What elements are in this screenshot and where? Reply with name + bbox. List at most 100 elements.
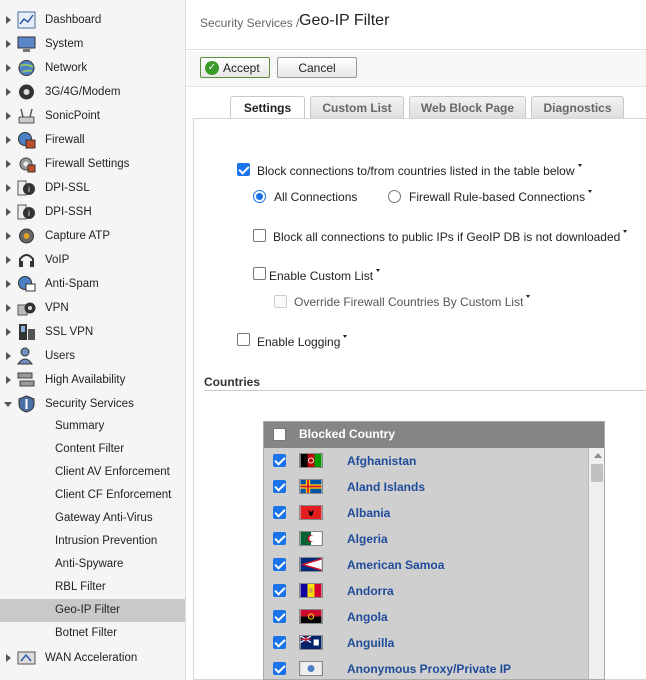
blocked-checkbox[interactable] bbox=[273, 610, 286, 623]
expand-arrow-icon[interactable] bbox=[6, 304, 11, 312]
block-public-ips-checkbox[interactable] bbox=[253, 229, 266, 242]
table-scrollbar[interactable] bbox=[588, 448, 604, 679]
blocked-checkbox[interactable] bbox=[273, 454, 286, 467]
scroll-up-arrow-icon[interactable] bbox=[594, 453, 602, 458]
country-name-link[interactable]: Andorra bbox=[347, 584, 394, 598]
sidebar-item-high-availability[interactable]: High Availability bbox=[0, 368, 185, 392]
country-name-link[interactable]: Albania bbox=[347, 506, 390, 520]
page-header: Security Services / Geo-IP Filter bbox=[187, 0, 646, 50]
expand-arrow-icon[interactable] bbox=[6, 208, 11, 216]
expand-arrow-icon[interactable] bbox=[6, 136, 11, 144]
column-header-country[interactable]: Country bbox=[349, 427, 395, 441]
sidebar-subitem-gateway-anti-virus[interactable]: Gateway Anti-Virus bbox=[0, 507, 185, 530]
country-name-link[interactable]: Aland Islands bbox=[347, 480, 425, 494]
sidebar-subitem-botnet-filter[interactable]: Botnet Filter bbox=[0, 622, 185, 645]
tooltip-indicator-icon[interactable] bbox=[623, 230, 628, 233]
tooltip-indicator-icon[interactable] bbox=[376, 269, 381, 272]
tooltip-indicator-icon[interactable] bbox=[343, 335, 348, 338]
collapse-arrow-icon[interactable] bbox=[4, 402, 12, 407]
expand-arrow-icon[interactable] bbox=[6, 16, 11, 24]
blocked-checkbox[interactable] bbox=[273, 480, 286, 493]
sidebar-item-system[interactable]: System bbox=[0, 32, 185, 56]
expand-arrow-icon[interactable] bbox=[6, 232, 11, 240]
blocked-checkbox[interactable] bbox=[273, 532, 286, 545]
country-name-link[interactable]: Angola bbox=[347, 610, 388, 624]
sidebar-item-users[interactable]: Users bbox=[0, 344, 185, 368]
sidebar-item-anti-spam[interactable]: Anti-Spam bbox=[0, 272, 185, 296]
override-firewall-countries-checkbox[interactable] bbox=[274, 295, 287, 308]
blocked-checkbox[interactable] bbox=[273, 506, 286, 519]
country-name-link[interactable]: American Samoa bbox=[347, 558, 444, 572]
shield-icon bbox=[18, 395, 35, 413]
sidebar-item-ssl-vpn[interactable]: SSL VPN bbox=[0, 320, 185, 344]
sidebar-subitem-rbl-filter[interactable]: RBL Filter bbox=[0, 576, 185, 599]
sidebar-subitem-geo-ip-filter[interactable]: Geo-IP Filter bbox=[0, 599, 185, 622]
expand-arrow-icon[interactable] bbox=[6, 40, 11, 48]
sidebar-subitem-client-cf-enforcement[interactable]: Client CF Enforcement bbox=[0, 484, 185, 507]
sidebar-item-dpi-ssh[interactable]: i DPI-SSH bbox=[0, 200, 185, 224]
sidebar-subitem-label: Anti-Spyware bbox=[55, 558, 124, 570]
sidebar-subitem-anti-spyware[interactable]: Anti-Spyware bbox=[0, 553, 185, 576]
expand-arrow-icon[interactable] bbox=[6, 280, 11, 288]
sidebar-item-network[interactable]: Network bbox=[0, 56, 185, 80]
blocked-checkbox[interactable] bbox=[273, 584, 286, 597]
tab-web-block-page[interactable]: Web Block Page bbox=[409, 96, 526, 119]
all-connections-radio[interactable] bbox=[253, 190, 266, 203]
sidebar-subitem-client-av-enforcement[interactable]: Client AV Enforcement bbox=[0, 461, 185, 484]
tooltip-indicator-icon[interactable] bbox=[577, 164, 582, 167]
sidebar-subitem-summary[interactable]: Summary bbox=[0, 415, 185, 438]
block-connections-label: Block connections to/from countries list… bbox=[257, 164, 582, 178]
sidebar-item-label: Network bbox=[45, 62, 88, 74]
sidebar-item-vpn[interactable]: VPN bbox=[0, 296, 185, 320]
sidebar-item-dashboard[interactable]: Dashboard bbox=[0, 8, 185, 32]
sidebar-subitem-label: Gateway Anti-Virus bbox=[55, 512, 153, 524]
tab-custom-list[interactable]: Custom List bbox=[310, 96, 404, 119]
sidebar-subitem-content-filter[interactable]: Content Filter bbox=[0, 438, 185, 461]
expand-arrow-icon[interactable] bbox=[6, 160, 11, 168]
expand-arrow-icon[interactable] bbox=[6, 88, 11, 96]
column-header-blocked[interactable]: Blocked bbox=[299, 427, 346, 441]
sidebar-item-wan-acceleration[interactable]: WAN Acceleration bbox=[0, 646, 185, 670]
override-firewall-countries-label: Override Firewall Countries By Custom Li… bbox=[294, 295, 531, 309]
tab-settings[interactable]: Settings bbox=[230, 96, 305, 120]
sidebar-subitem-intrusion-prevention[interactable]: Intrusion Prevention bbox=[0, 530, 185, 553]
cancel-button-label: Cancel bbox=[298, 61, 336, 75]
sidebar-item-security-services[interactable]: Security Services bbox=[0, 392, 185, 416]
expand-arrow-icon[interactable] bbox=[6, 184, 11, 192]
cancel-button[interactable]: Cancel bbox=[277, 57, 357, 78]
select-all-checkbox[interactable] bbox=[273, 428, 286, 441]
expand-arrow-icon[interactable] bbox=[6, 654, 11, 662]
country-name-link[interactable]: Algeria bbox=[347, 532, 388, 546]
country-name-link[interactable]: Anonymous Proxy/Private IP bbox=[347, 662, 511, 676]
expand-arrow-icon[interactable] bbox=[6, 376, 11, 384]
svg-text:i: i bbox=[28, 185, 30, 194]
enable-custom-list-checkbox[interactable] bbox=[253, 267, 266, 280]
expand-arrow-icon[interactable] bbox=[6, 64, 11, 72]
tooltip-indicator-icon[interactable] bbox=[588, 190, 593, 193]
blocked-checkbox[interactable] bbox=[273, 558, 286, 571]
breadcrumb[interactable]: Security Services / bbox=[200, 16, 299, 30]
firewall-rule-based-radio[interactable] bbox=[388, 190, 401, 203]
sidebar-item-firewall-settings[interactable]: Firewall Settings bbox=[0, 152, 185, 176]
sidebar-item-dpi-ssl[interactable]: i DPI-SSL bbox=[0, 176, 185, 200]
accept-button[interactable]: ✓ Accept bbox=[200, 57, 270, 78]
sidebar-item-modem[interactable]: 3G/4G/Modem bbox=[0, 80, 185, 104]
expand-arrow-icon[interactable] bbox=[6, 352, 11, 360]
scroll-thumb[interactable] bbox=[591, 464, 603, 482]
tooltip-indicator-icon[interactable] bbox=[526, 295, 531, 298]
enable-logging-checkbox[interactable] bbox=[237, 333, 250, 346]
block-connections-checkbox[interactable] bbox=[237, 163, 250, 176]
expand-arrow-icon[interactable] bbox=[6, 256, 11, 264]
country-name-link[interactable]: Afghanistan bbox=[347, 454, 416, 468]
country-name-link[interactable]: Anguilla bbox=[347, 636, 394, 650]
capture-atp-icon bbox=[19, 228, 34, 244]
blocked-checkbox[interactable] bbox=[273, 636, 286, 649]
expand-arrow-icon[interactable] bbox=[6, 328, 11, 336]
blocked-checkbox[interactable] bbox=[273, 662, 286, 675]
tab-diagnostics[interactable]: Diagnostics bbox=[531, 96, 624, 119]
sidebar-item-sonicpoint[interactable]: SonicPoint bbox=[0, 104, 185, 128]
expand-arrow-icon[interactable] bbox=[6, 112, 11, 120]
sidebar-item-firewall[interactable]: Firewall bbox=[0, 128, 185, 152]
sidebar-item-capture-atp[interactable]: Capture ATP bbox=[0, 224, 185, 248]
sidebar-item-voip[interactable]: VoIP bbox=[0, 248, 185, 272]
